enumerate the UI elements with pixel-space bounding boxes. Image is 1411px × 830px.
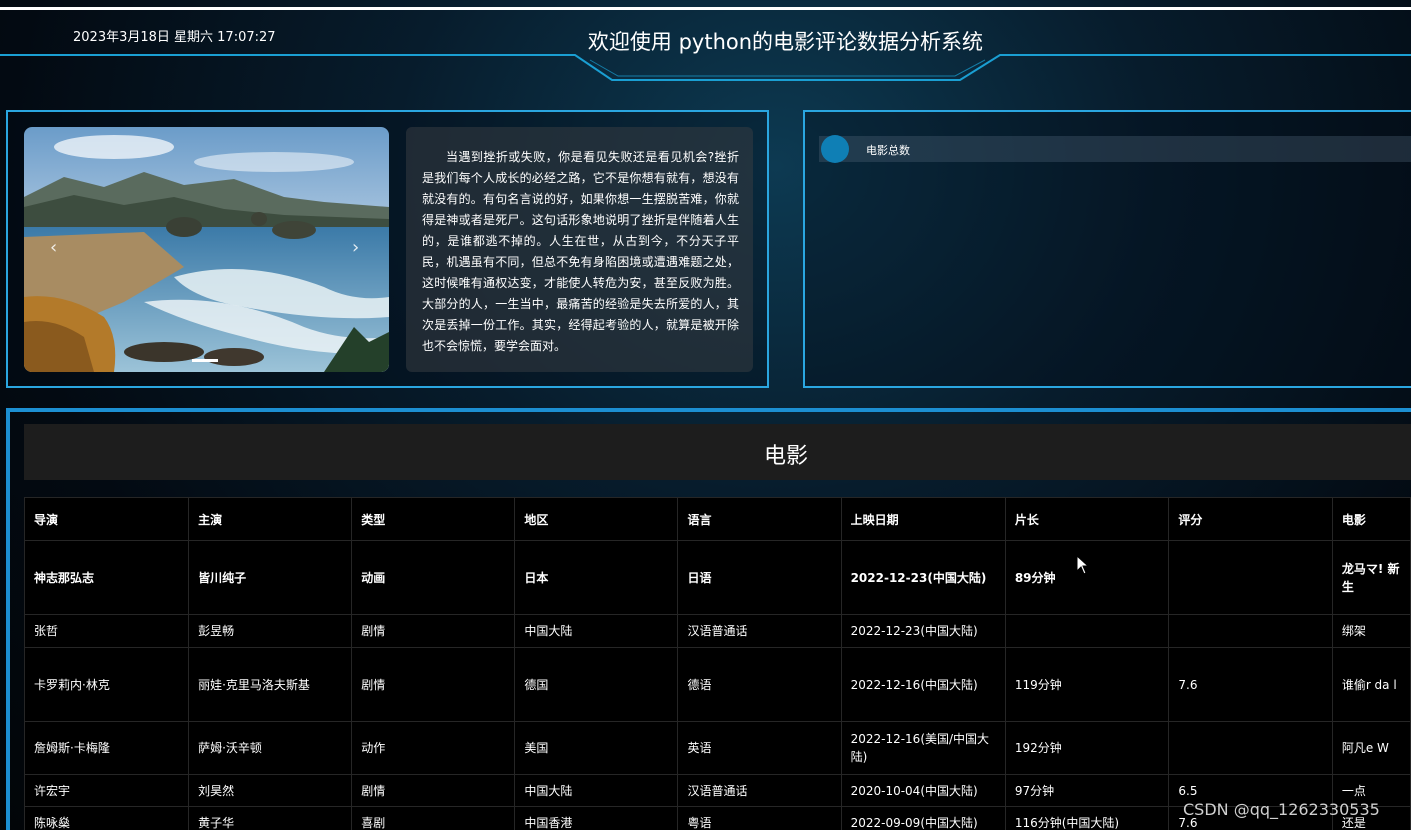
intro-panel: ‹ › 当遇到挫折或失败，你是看见失败还是看见机会?挫折是我们每个人成长的必经之…: [6, 110, 769, 388]
table-cell: 粤语: [677, 806, 842, 830]
table-cell: 剧情: [351, 614, 516, 648]
table-cell: 剧情: [351, 647, 516, 722]
stats-panel: 电影总数: [803, 110, 1411, 388]
column-header-director: 导演: [23, 497, 190, 541]
table-cell: 中国大陆: [514, 614, 679, 648]
table-cell: 2022-12-16(中国大陆): [840, 647, 1006, 722]
current-datetime: 2023年3月18日 星期六 17:07:27: [73, 30, 276, 45]
table-cell: 绑架: [1331, 614, 1411, 648]
table-cell: [1004, 614, 1170, 648]
circle-icon: [821, 135, 849, 163]
table-cell: 德国: [514, 647, 679, 722]
table-cell: 192分钟: [1004, 721, 1170, 775]
mouse-cursor-icon: [1076, 555, 1090, 575]
table-row[interactable]: 张哲 彭昱畅 剧情 中国大陆 汉语普通话 2022-12-23(中国大陆) 绑架: [23, 614, 1411, 648]
table-row[interactable]: 神志那弘志 皆川纯子 动画 日本 日语 2022-12-23(中国大陆) 89分…: [23, 540, 1411, 615]
table-cell: 许宏宇: [23, 774, 190, 807]
column-header-genre: 类型: [351, 497, 516, 541]
table-cell: 119分钟: [1004, 647, 1170, 722]
movies-table: 导演 主演 类型 地区 语言 上映日期 片长 评分 电影 神志那弘志 皆川纯子 …: [23, 497, 1411, 830]
table-cell: 喜剧: [351, 806, 516, 830]
movie-count-label: 电影总数: [866, 144, 910, 157]
table-cell: 中国大陆: [514, 774, 679, 807]
table-cell: 日本: [514, 540, 679, 615]
table-header-row: 导演 主演 类型 地区 语言 上映日期 片长 评分 电影: [23, 497, 1411, 541]
chevron-right-icon[interactable]: ›: [352, 237, 359, 258]
table-cell: 张哲: [23, 614, 190, 648]
table-cell: [1168, 614, 1333, 648]
table-cell: 汉语普通话: [677, 774, 842, 807]
table-cell: 2022-12-16(美国/中国大陆): [840, 721, 1006, 775]
title-frame-decoration: [0, 54, 1411, 81]
table-row[interactable]: 卡罗莉内·林克 丽娃·克里马洛夫斯基 剧情 德国 德语 2022-12-16(中…: [23, 647, 1411, 722]
column-header-star: 主演: [188, 497, 353, 541]
table-cell: 2022-12-23(中国大陆): [840, 540, 1006, 615]
table-cell: 卡罗莉内·林克: [23, 647, 190, 722]
column-header-region: 地区: [514, 497, 679, 541]
table-cell: 萨姆·沃辛顿: [188, 721, 353, 775]
table-cell: [1168, 540, 1333, 615]
movie-count-bar: 电影总数: [819, 135, 1411, 163]
watermark: CSDN @qq_1262330535: [1183, 800, 1380, 819]
table-cell: 116分钟(中国大陆): [1004, 806, 1170, 830]
column-header-movie: 电影: [1331, 497, 1411, 541]
table-cell: 汉语普通话: [677, 614, 842, 648]
table-cell: 动画: [351, 540, 516, 615]
table-cell: 德语: [677, 647, 842, 722]
table-cell: 刘昊然: [188, 774, 353, 807]
table-cell: 美国: [514, 721, 679, 775]
column-header-rating: 评分: [1168, 497, 1333, 541]
table-cell: 丽娃·克里马洛夫斯基: [188, 647, 353, 722]
table-cell: 龙马マ! 新生: [1331, 540, 1411, 615]
table-cell: 日语: [677, 540, 842, 615]
table-cell: 2022-12-23(中国大陆): [840, 614, 1006, 648]
coastal-landscape-image: [24, 127, 389, 372]
column-header-release-date: 上映日期: [840, 497, 1006, 541]
column-header-runtime: 片长: [1004, 497, 1170, 541]
table-cell: 谁偷r da l: [1331, 647, 1411, 722]
chevron-left-icon[interactable]: ‹: [50, 237, 57, 258]
table-cell: 剧情: [351, 774, 516, 807]
image-carousel[interactable]: ‹ ›: [24, 127, 389, 372]
movies-title: 电影: [763, 444, 808, 469]
quote-text: 当遇到挫折或失败，你是看见失败还是看见机会?挫折是我们每个人成长的必经之路，它不…: [406, 127, 753, 372]
table-cell: 动作: [351, 721, 516, 775]
table-cell: 英语: [677, 721, 842, 775]
table-cell: 阿凡e W: [1331, 721, 1411, 775]
table-cell: 皆川纯子: [188, 540, 353, 615]
carousel-indicator[interactable]: [192, 359, 218, 362]
column-header-language: 语言: [677, 497, 842, 541]
table-row[interactable]: 詹姆斯·卡梅隆 萨姆·沃辛顿 动作 美国 英语 2022-12-16(美国/中国…: [23, 721, 1411, 775]
table-cell: 97分钟: [1004, 774, 1170, 807]
table-cell: 黄子华: [188, 806, 353, 830]
table-cell: 中国香港: [514, 806, 679, 830]
table-cell: 2020-10-04(中国大陆): [840, 774, 1006, 807]
table-cell: 7.6: [1168, 647, 1333, 722]
table-cell: 陈咏燊: [23, 806, 190, 830]
table-cell: 詹姆斯·卡梅隆: [23, 721, 190, 775]
table-cell: 2022-09-09(中国大陆): [840, 806, 1006, 830]
table-cell: 彭昱畅: [188, 614, 353, 648]
table-cell: 89分钟: [1004, 540, 1170, 615]
table-cell: 神志那弘志: [23, 540, 190, 615]
table-cell: [1168, 721, 1333, 775]
